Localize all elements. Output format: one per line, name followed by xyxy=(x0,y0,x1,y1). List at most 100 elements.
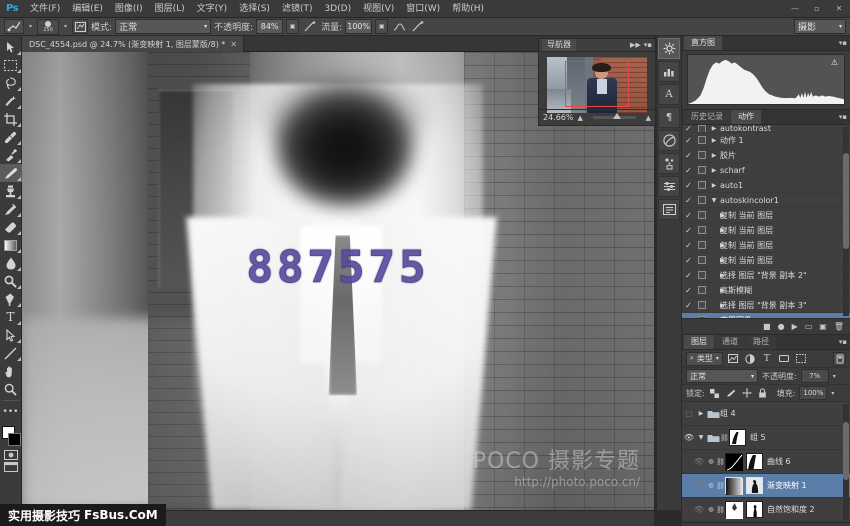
layer-row[interactable]: 👁 ▼ ⛓ 组 5 xyxy=(682,426,850,450)
menu-item-type[interactable]: 文字(Y) xyxy=(191,0,234,18)
layer-filter-type-select[interactable]: ⌕ 类型 ▾ xyxy=(686,352,723,366)
brush-preset-caret-icon[interactable]: ▾ xyxy=(27,23,34,30)
info-dock-icon[interactable] xyxy=(658,61,680,82)
action-toggle-icon[interactable]: ✓ xyxy=(682,271,695,280)
scrollbar-thumb[interactable] xyxy=(843,422,849,480)
history-brush-tool[interactable] xyxy=(0,200,22,218)
color-wheel-dock-icon[interactable] xyxy=(658,130,680,151)
action-row-selected[interactable]: ✓ ▶ 应用图像 xyxy=(682,313,850,318)
panel-menu-icon[interactable]: ▾▪ xyxy=(839,338,847,346)
marquee-tool[interactable] xyxy=(0,56,22,74)
tab-paths[interactable]: 路径 xyxy=(746,335,776,349)
minimize-button[interactable]: — xyxy=(784,0,806,18)
scrollbar-thumb[interactable] xyxy=(843,153,849,249)
action-toggle-icon[interactable]: ✓ xyxy=(682,286,695,295)
lasso-tool[interactable] xyxy=(0,74,22,92)
paragraph-dock-icon[interactable]: ¶ xyxy=(658,107,680,128)
actions-scrollbar[interactable] xyxy=(843,127,849,316)
chevron-right-icon[interactable]: ▶ xyxy=(708,317,720,319)
menu-item-window[interactable]: 窗口(W) xyxy=(400,0,446,18)
layers-list[interactable]: ▢ ▶ 组 4 👁 ▼ ⛓ xyxy=(682,402,850,522)
chevron-right-icon[interactable]: ▶ xyxy=(708,152,720,159)
action-row[interactable]: ✓ ▶ 复制 当前 图层 xyxy=(682,238,850,253)
dodge-tool[interactable] xyxy=(0,272,22,290)
menu-item-layer[interactable]: 图层(L) xyxy=(149,0,191,18)
menu-item-edit[interactable]: 编辑(E) xyxy=(66,0,109,18)
collapse-panel-icon[interactable]: ▶▶ xyxy=(630,41,641,49)
chevron-right-icon[interactable]: ▶ xyxy=(708,227,720,234)
chevron-right-icon[interactable]: ▶ xyxy=(708,212,720,219)
blend-mode-select[interactable]: 正常 ▾ xyxy=(115,19,211,34)
maximize-button[interactable]: ▫ xyxy=(806,0,828,18)
lock-image-icon[interactable] xyxy=(725,387,737,400)
action-row[interactable]: ✓ ▶ scharf xyxy=(682,163,850,178)
action-dialog-toggle[interactable] xyxy=(695,241,708,249)
small-mountain-icon[interactable]: ▲ xyxy=(578,114,583,122)
tab-actions[interactable]: 动作 xyxy=(731,110,761,124)
chevron-right-icon[interactable]: ▶ xyxy=(708,125,720,132)
blur-tool[interactable] xyxy=(0,254,22,272)
action-dialog-toggle[interactable] xyxy=(695,301,708,309)
action-toggle-icon[interactable]: ✓ xyxy=(682,241,695,250)
navigator-zoom-value[interactable]: 24.66% xyxy=(543,113,574,122)
type-tool[interactable]: T xyxy=(0,308,22,326)
edit-toolbar-icon[interactable]: ••• xyxy=(0,403,22,421)
workspace-selector[interactable]: 摄影 ▾ xyxy=(794,19,846,34)
filter-adjustment-icon[interactable] xyxy=(743,352,757,366)
tab-navigator[interactable]: 导航器 xyxy=(542,39,576,51)
brush-size-caret-icon[interactable]: ▾ xyxy=(62,23,69,30)
close-icon[interactable]: ✕ xyxy=(230,40,237,49)
gradient-tool[interactable] xyxy=(0,236,22,254)
layer-visibility-icon[interactable]: ▢ xyxy=(682,409,696,418)
layer-visibility-icon[interactable]: 👁 xyxy=(682,433,696,442)
action-toggle-icon[interactable]: ✓ xyxy=(682,166,695,175)
action-row[interactable]: ✓ ▼ autoskincolor1 xyxy=(682,193,850,208)
actions-list[interactable]: ✓ ▶ autokontrast ✓ ▶ 动作 1 ✓ ▶ 胶片 xyxy=(682,125,850,318)
action-row[interactable]: ✓ ▶ 复制 当前 图层 xyxy=(682,208,850,223)
action-dialog-toggle[interactable] xyxy=(695,256,708,264)
quick-mask-icon[interactable] xyxy=(1,449,21,461)
menu-item-select[interactable]: 选择(S) xyxy=(233,0,276,18)
chevron-right-icon[interactable]: ▶ xyxy=(708,182,720,189)
new-action-set-icon[interactable]: ▭ xyxy=(805,322,813,331)
menu-item-file[interactable]: 文件(F) xyxy=(24,0,66,18)
layer-mask-thumbnail[interactable] xyxy=(746,477,763,494)
brush-icon[interactable] xyxy=(4,19,24,34)
action-toggle-icon[interactable]: ✓ xyxy=(682,151,695,160)
action-row[interactable]: ✓ ▶ auto1 xyxy=(682,178,850,193)
opacity-pressure-icon[interactable]: ▣ xyxy=(286,19,299,34)
layer-row[interactable]: ▢ ▶ 组 4 xyxy=(682,402,850,426)
filter-smart-icon[interactable] xyxy=(794,352,808,366)
shape-tool[interactable] xyxy=(0,344,22,362)
action-dialog-toggle[interactable] xyxy=(695,151,708,159)
action-row[interactable]: ✓ ▶ 复制 当前 图层 xyxy=(682,253,850,268)
action-toggle-icon[interactable]: ✓ xyxy=(682,211,695,220)
layer-visibility-icon[interactable]: 👁 xyxy=(692,505,706,514)
action-dialog-toggle[interactable] xyxy=(695,286,708,294)
chevron-down-icon[interactable]: ▼ xyxy=(696,434,706,441)
action-row[interactable]: ✓ ▶ 高斯模糊 xyxy=(682,283,850,298)
delete-action-icon[interactable]: 🗑 xyxy=(834,322,844,331)
layer-visibility-icon[interactable]: 👁 xyxy=(692,481,706,490)
chevron-right-icon[interactable]: ▶ xyxy=(708,242,720,249)
layer-fill-input[interactable]: 100% xyxy=(799,386,827,400)
panel-menu-icon[interactable]: ▾▪ xyxy=(839,39,847,47)
layer-link-icon[interactable]: ⛓ xyxy=(716,482,725,490)
layer-link-icon[interactable]: ⛓ xyxy=(716,506,725,514)
chevron-down-icon[interactable]: ▾ xyxy=(831,390,834,397)
action-toggle-icon[interactable]: ✓ xyxy=(682,256,695,265)
close-button[interactable]: ✕ xyxy=(828,0,850,18)
layer-blend-mode-select[interactable]: 正常 ▾ xyxy=(686,369,758,383)
action-dialog-toggle[interactable] xyxy=(695,271,708,279)
action-row[interactable]: ✓ ▶ 动作 1 xyxy=(682,133,850,148)
hand-tool[interactable] xyxy=(0,362,22,380)
filter-pixel-icon[interactable] xyxy=(726,352,740,366)
layer-thumbnail[interactable] xyxy=(725,477,742,494)
action-dialog-toggle[interactable] xyxy=(695,196,708,204)
menu-item-filter[interactable]: 滤镜(T) xyxy=(276,0,319,18)
tab-channels[interactable]: 通道 xyxy=(715,335,745,349)
large-mountain-icon[interactable]: ▲ xyxy=(646,114,651,122)
chevron-right-icon[interactable]: ▶ xyxy=(708,302,720,309)
document-tab[interactable]: DSC_4554.psd @ 24.7% (渐变映射 1, 图层蒙版/8) * … xyxy=(22,36,244,52)
brush-presets-dock-icon[interactable] xyxy=(658,153,680,174)
